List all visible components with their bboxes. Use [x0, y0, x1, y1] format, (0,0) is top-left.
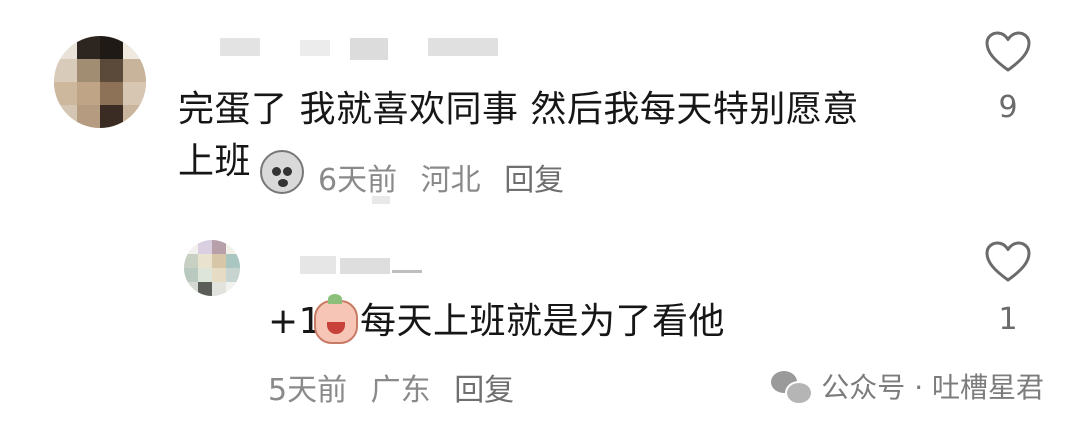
- comment-location: 河北: [420, 163, 481, 198]
- reply-meta: 5天前 广东 回复: [268, 365, 528, 409]
- crying-face-emoji: [314, 294, 358, 344]
- username-blurred: [350, 38, 388, 60]
- comment-text-line: 完蛋了 我就喜欢同事 然后我每天特别愿意: [178, 89, 859, 130]
- reply-time: 5天前: [268, 373, 348, 408]
- wechat-icon: [771, 369, 814, 405]
- username-blurred[interactable]: [300, 256, 336, 274]
- comment-thread: 完蛋了 我就喜欢同事 然后我每天特别愿意 上班 6天前 河北 回复 9 +1 每…: [0, 0, 1080, 432]
- reply-button[interactable]: 回复: [504, 163, 564, 198]
- comment-text-line2: 上班: [178, 141, 252, 182]
- shocked-face-emoji: [260, 150, 304, 194]
- heart-icon[interactable]: [984, 240, 1032, 284]
- reply-text-body: 每天上班就是为了看他: [360, 301, 726, 342]
- username-blurred: [392, 270, 422, 273]
- divider-blur: [372, 196, 390, 204]
- watermark: 公众号 · 吐槽星君: [771, 366, 1044, 406]
- avatar[interactable]: [54, 36, 146, 128]
- username-blurred: [340, 258, 390, 274]
- comment-time: 6天前: [318, 163, 398, 198]
- username-blurred[interactable]: [220, 38, 260, 56]
- like-count: 9: [998, 90, 1018, 125]
- comment-meta: 6天前 河北 回复: [318, 155, 578, 199]
- avatar[interactable]: [184, 240, 240, 296]
- username-blurred: [300, 40, 330, 56]
- watermark-text: 公众号 · 吐槽星君: [821, 371, 1044, 404]
- heart-icon[interactable]: [984, 30, 1032, 74]
- reply-location: 广东: [370, 373, 431, 408]
- reply-button[interactable]: 回复: [454, 373, 514, 408]
- like-count: 1: [998, 302, 1018, 337]
- username-blurred: [428, 38, 498, 56]
